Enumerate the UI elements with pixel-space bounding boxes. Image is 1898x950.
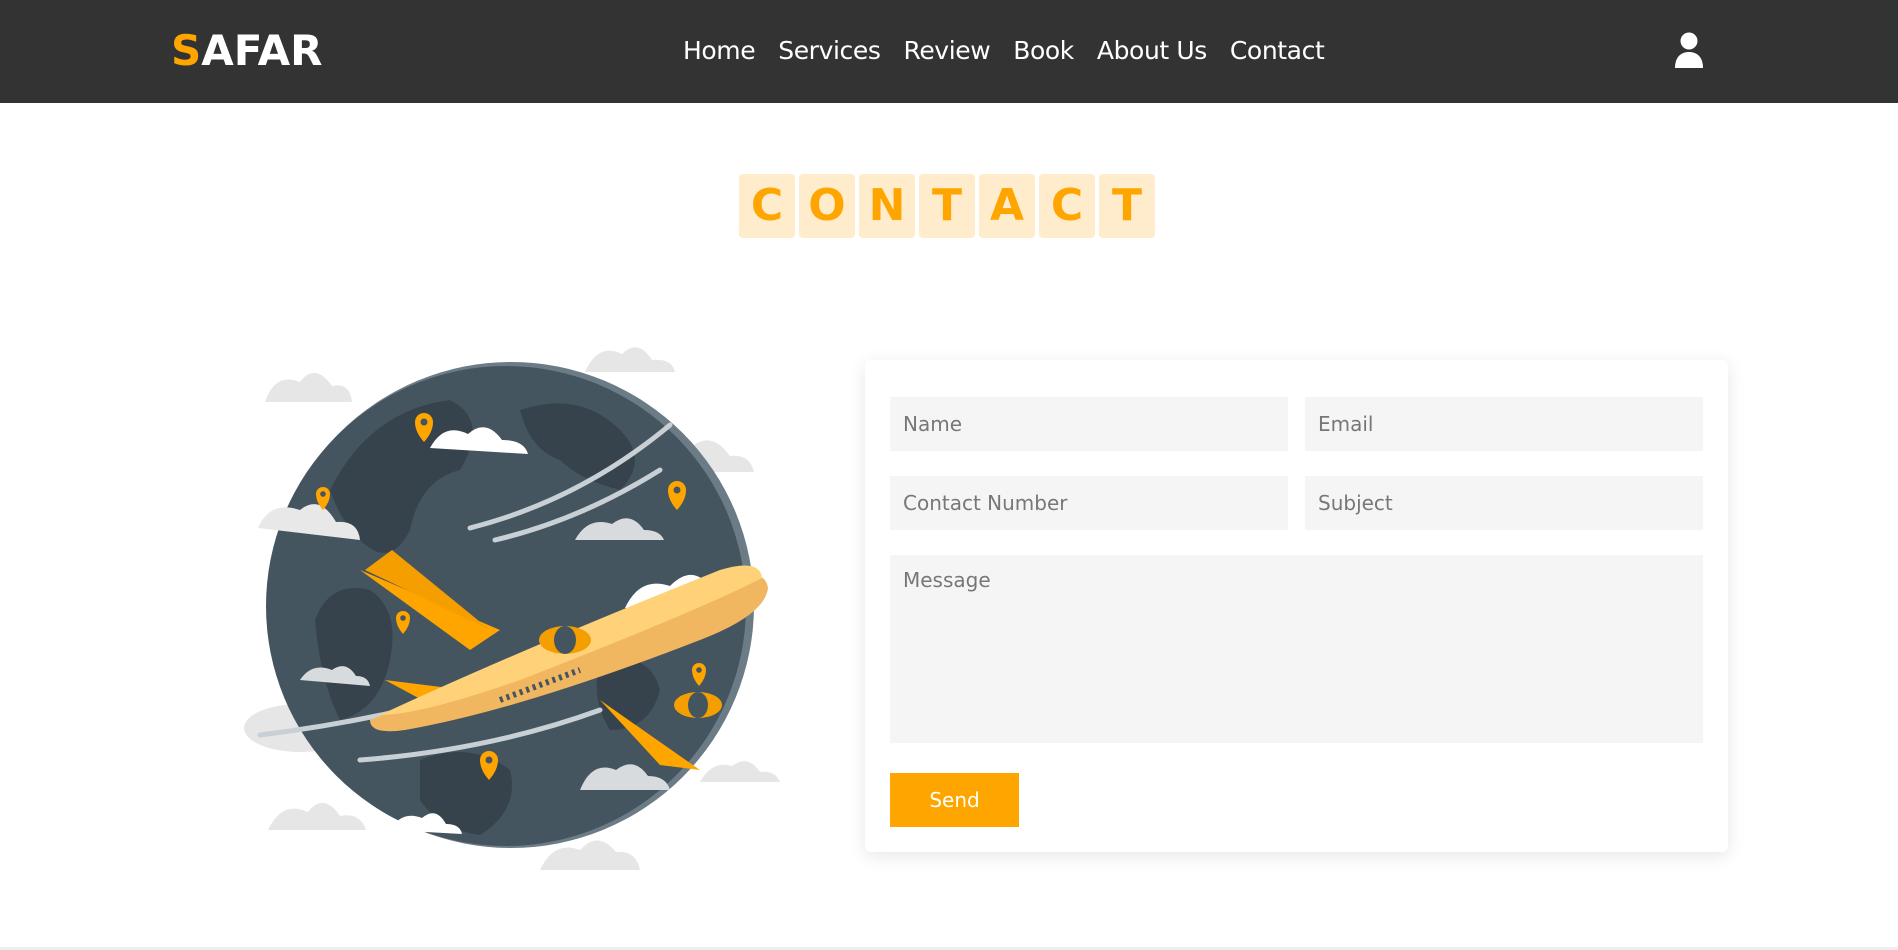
nav-link-home[interactable]: Home: [683, 33, 756, 69]
heading-letter: O: [799, 174, 855, 238]
heading-letter: T: [1099, 174, 1155, 238]
heading-letter: T: [919, 174, 975, 238]
nav-menu: Home Services Review Book About Us Conta…: [683, 33, 1325, 69]
contact-form: Send: [865, 360, 1728, 852]
send-button[interactable]: Send: [890, 773, 1019, 827]
logo-accent-letter: S: [171, 26, 202, 75]
nav-link-book[interactable]: Book: [1013, 33, 1074, 69]
nav-link-contact[interactable]: Contact: [1230, 33, 1325, 69]
heading-letter: A: [979, 174, 1035, 238]
nav-link-services[interactable]: Services: [778, 33, 881, 69]
heading-letter: C: [739, 174, 795, 238]
contact-number-input[interactable]: [890, 476, 1288, 530]
nav-link-about-us[interactable]: About Us: [1097, 33, 1207, 69]
user-icon[interactable]: [1674, 32, 1704, 68]
logo[interactable]: SAFAR: [171, 26, 322, 76]
name-input[interactable]: [890, 397, 1288, 451]
heading-letter: C: [1039, 174, 1095, 238]
email-input[interactable]: [1305, 397, 1703, 451]
message-textarea[interactable]: [890, 555, 1703, 743]
logo-text: AFAR: [201, 26, 323, 75]
navbar: SAFAR Home Services Review Book About Us…: [0, 0, 1898, 103]
section-heading: C O N T A C T: [739, 174, 1155, 238]
globe-airplane-illustration: [220, 330, 800, 875]
heading-letter: N: [859, 174, 915, 238]
nav-link-review[interactable]: Review: [903, 33, 990, 69]
subject-input[interactable]: [1305, 476, 1703, 530]
